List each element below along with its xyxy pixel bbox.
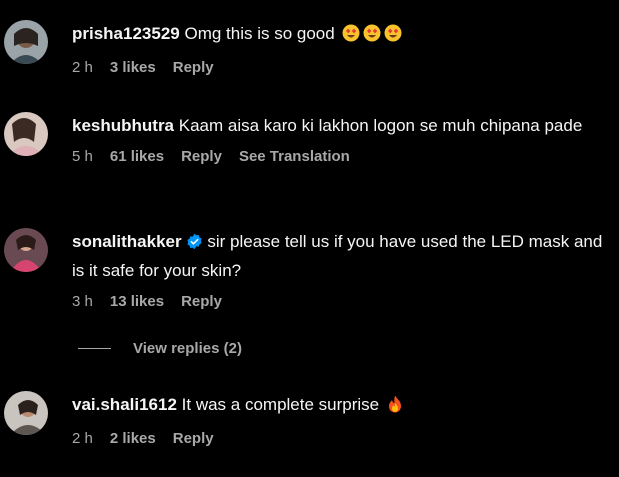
reply-button[interactable]: Reply [181, 293, 222, 310]
comments-list: prisha123529 Omg this is so good 2 h 3 l… [0, 0, 619, 477]
avatar[interactable] [4, 112, 48, 156]
comment-meta: 3 h 13 likes Reply [72, 293, 605, 310]
avatar[interactable] [4, 391, 48, 435]
comment-time: 2 h [72, 59, 93, 76]
comment-body: Kaam aisa karo ki lakhon logon se muh ch… [178, 116, 583, 135]
comment-body: It was a complete surprise [181, 395, 380, 414]
comment-text: vai.shali1612 It was a complete surprise [72, 392, 605, 421]
comment-meta: 5 h 61 likes Reply See Translation [72, 148, 605, 165]
view-replies-button[interactable]: View replies (2) [78, 340, 242, 357]
comment-text: prisha123529 Omg this is so good [72, 21, 605, 50]
comment-username[interactable]: prisha123529 [72, 24, 180, 43]
likes-button[interactable]: 2 likes [110, 430, 156, 447]
likes-button[interactable]: 3 likes [110, 59, 156, 76]
likes-button[interactable]: 13 likes [110, 293, 164, 310]
see-translation-button[interactable]: See Translation [239, 148, 350, 165]
comment-username[interactable]: sonalithakker [72, 232, 182, 251]
comment-username[interactable]: vai.shali1612 [72, 395, 177, 414]
verified-badge-icon [186, 232, 203, 258]
comment-body: Omg this is so good [184, 24, 335, 43]
fire-emoji [387, 395, 403, 421]
heart-eyes-emoji [342, 24, 402, 50]
view-replies-label: View replies (2) [133, 340, 242, 357]
comment-text: keshubhutra Kaam aisa karo ki lakhon log… [72, 113, 605, 139]
comment-time: 2 h [72, 430, 93, 447]
avatar[interactable] [4, 228, 48, 272]
comment-meta: 2 h 2 likes Reply [72, 430, 605, 447]
comment-time: 3 h [72, 293, 93, 310]
comment-username[interactable]: keshubhutra [72, 116, 174, 135]
comment-text: sonalithakker sir please tell us if you … [72, 229, 605, 284]
reply-button[interactable]: Reply [181, 148, 222, 165]
comment-meta: 2 h 3 likes Reply [72, 59, 605, 76]
avatar[interactable] [4, 20, 48, 64]
comment-time: 5 h [72, 148, 93, 165]
likes-button[interactable]: 61 likes [110, 148, 164, 165]
reply-button[interactable]: Reply [173, 430, 214, 447]
divider-line [78, 348, 111, 349]
reply-button[interactable]: Reply [173, 59, 214, 76]
